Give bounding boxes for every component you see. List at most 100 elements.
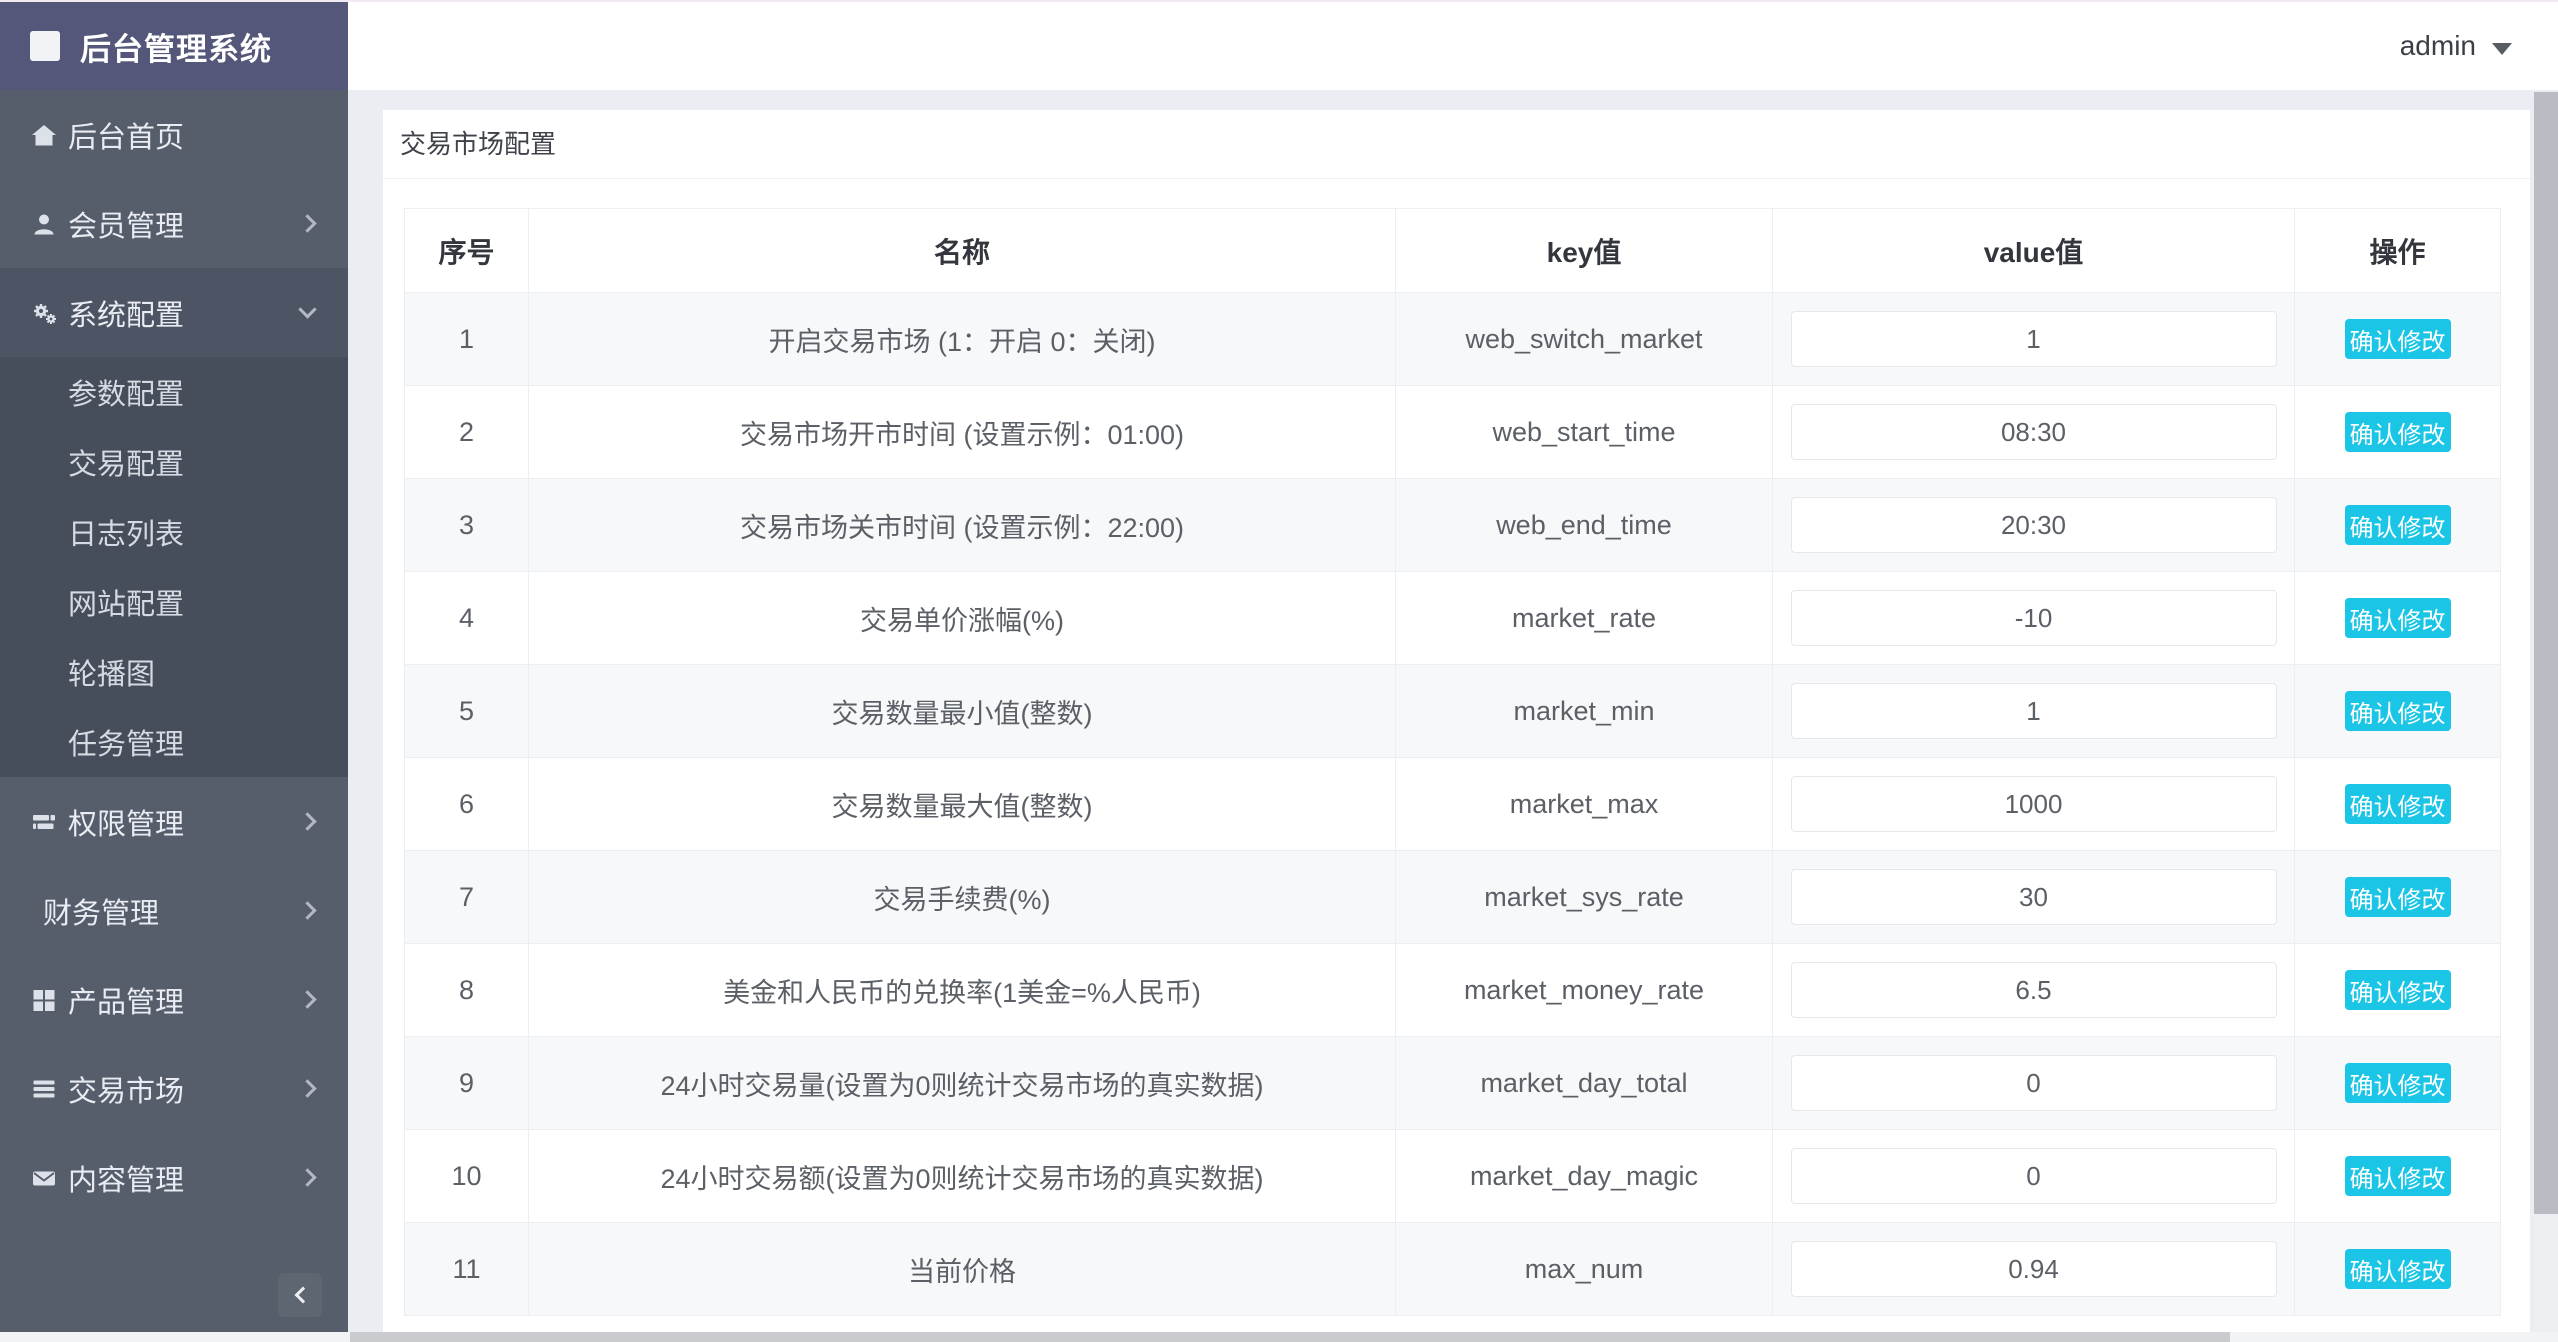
value-input[interactable] — [1790, 1055, 2277, 1111]
confirm-edit-button[interactable]: 确认修改 — [2344, 970, 2451, 1010]
chevron-icon — [298, 990, 317, 1009]
horizontal-scrollbar[interactable] — [0, 1332, 2558, 1342]
row-value-cell — [1772, 1129, 2295, 1223]
value-input[interactable] — [1790, 497, 2277, 553]
vertical-scrollbar[interactable] — [2534, 92, 2558, 1332]
confirm-edit-button[interactable]: 确认修改 — [2344, 505, 2451, 545]
value-input[interactable] — [1790, 1241, 2277, 1297]
value-input[interactable] — [1790, 683, 2277, 739]
row-key: max_num — [1395, 1222, 1773, 1316]
sidebar-collapse-button[interactable] — [278, 1273, 322, 1317]
sidebar-item-label: 网站配置 — [68, 589, 185, 621]
table-row: 1 开启交易市场 (1：开启 0：关闭) web_switch_market 确… — [404, 292, 2501, 386]
row-name: 24小时交易额(设置为0则统计交易市场的真实数据) — [528, 1129, 1396, 1223]
config-card: 交易市场配置 序号 名称 key值 value值 操作 1 开启交易市场 (1：… — [383, 110, 2530, 1342]
row-value-cell — [1772, 1036, 2295, 1130]
app-logo-icon — [30, 31, 60, 61]
home-icon — [30, 121, 58, 149]
row-name: 当前价格 — [528, 1222, 1396, 1316]
sidebar-item-label: 系统配置 — [68, 299, 185, 332]
row-key: web_switch_market — [1395, 292, 1773, 386]
row-value-cell — [1772, 478, 2295, 572]
row-value-cell — [1772, 664, 2295, 758]
sidebar-item[interactable]: 财务管理 — [0, 866, 348, 955]
horizontal-scrollbar-thumb[interactable] — [350, 1332, 2230, 1342]
confirm-edit-button[interactable]: 确认修改 — [2344, 877, 2451, 917]
sidebar-item-label: 财务管理 — [43, 897, 160, 930]
confirm-edit-button[interactable]: 确认修改 — [2344, 598, 2451, 638]
sidebar-item[interactable]: 内容管理 — [0, 1133, 348, 1222]
sidebar-item[interactable]: 日志列表 — [0, 497, 348, 567]
sidebar-item[interactable]: 任务管理 — [0, 707, 348, 777]
table-row: 7 交易手续费(%) market_sys_rate 确认修改 — [404, 850, 2501, 944]
sidebar-item-label: 日志列表 — [68, 519, 185, 551]
caret-down-icon[interactable] — [2492, 42, 2512, 55]
row-value-cell — [1772, 385, 2295, 479]
row-action-cell: 确认修改 — [2294, 385, 2501, 479]
chevron-icon — [298, 1079, 317, 1098]
confirm-edit-button[interactable]: 确认修改 — [2344, 691, 2451, 731]
row-name: 交易市场开市时间 (设置示例：01:00) — [528, 385, 1396, 479]
config-table: 序号 名称 key值 value值 操作 1 开启交易市场 (1：开启 0：关闭… — [404, 208, 2501, 1316]
sidebar-item-label: 会员管理 — [68, 210, 185, 243]
main-area: admin 交易市场配置 序号 名称 key值 value值 操作 1 开启交易… — [348, 2, 2558, 1342]
sidebar-item-label: 轮播图 — [68, 659, 156, 691]
sidebar-item-label: 交易市场 — [68, 1075, 185, 1108]
sidebar-item[interactable]: 参数配置 — [0, 357, 348, 427]
row-index: 7 — [404, 850, 529, 944]
confirm-edit-button[interactable]: 确认修改 — [2344, 1063, 2451, 1103]
sidebar-item[interactable]: 系统配置 — [0, 268, 348, 357]
row-index: 2 — [404, 385, 529, 479]
sidebar-item[interactable]: 会员管理 — [0, 179, 348, 268]
sidebar-item[interactable]: 轮播图 — [0, 637, 348, 707]
confirm-edit-button[interactable]: 确认修改 — [2344, 319, 2451, 359]
sidebar-item-label: 权限管理 — [68, 808, 185, 841]
row-index: 6 — [404, 757, 529, 851]
sidebar-item-label: 交易配置 — [68, 449, 185, 481]
sidebar-item[interactable]: 交易市场 — [0, 1044, 348, 1133]
row-name: 交易数量最大值(整数) — [528, 757, 1396, 851]
confirm-edit-button[interactable]: 确认修改 — [2344, 784, 2451, 824]
value-input[interactable] — [1790, 311, 2277, 367]
table-row: 4 交易单价涨幅(%) market_rate 确认修改 — [404, 571, 2501, 665]
table-wrap: 序号 名称 key值 value值 操作 1 开启交易市场 (1：开启 0：关闭… — [383, 179, 2530, 1316]
sidebar-item[interactable]: 网站配置 — [0, 567, 348, 637]
table-row: 6 交易数量最大值(整数) market_max 确认修改 — [404, 757, 2501, 851]
value-input[interactable] — [1790, 1148, 2277, 1204]
chevron-icon — [298, 300, 317, 319]
row-index: 10 — [404, 1129, 529, 1223]
table-row: 8 美金和人民币的兑换率(1美金=%人民币) market_money_rate… — [404, 943, 2501, 1037]
sidebar-menu: 后台首页 会员管理 系统配置 参数配置 交易配置 日志列表 网站配置 轮播图 任… — [0, 90, 348, 1222]
row-action-cell: 确认修改 — [2294, 664, 2501, 758]
row-name: 美金和人民币的兑换率(1美金=%人民币) — [528, 943, 1396, 1037]
confirm-edit-button[interactable]: 确认修改 — [2344, 1156, 2451, 1196]
row-action-cell: 确认修改 — [2294, 943, 2501, 1037]
confirm-edit-button[interactable]: 确认修改 — [2344, 412, 2451, 452]
vertical-scrollbar-thumb[interactable] — [2534, 92, 2558, 1214]
row-value-cell — [1772, 943, 2295, 1037]
value-input[interactable] — [1790, 869, 2277, 925]
sidebar-item[interactable]: 产品管理 — [0, 955, 348, 1044]
row-action-cell: 确认修改 — [2294, 1129, 2501, 1223]
row-name: 交易数量最小值(整数) — [528, 664, 1396, 758]
current-user[interactable]: admin — [2400, 30, 2476, 62]
row-action-cell: 确认修改 — [2294, 571, 2501, 665]
column-header: 名称 — [528, 208, 1396, 293]
row-action-cell: 确认修改 — [2294, 1222, 2501, 1316]
row-name: 交易单价涨幅(%) — [528, 571, 1396, 665]
envelope-icon — [30, 1164, 58, 1192]
value-input[interactable] — [1790, 590, 2277, 646]
row-index: 3 — [404, 478, 529, 572]
confirm-edit-button[interactable]: 确认修改 — [2344, 1249, 2451, 1289]
table-header-row: 序号 名称 key值 value值 操作 — [404, 208, 2501, 293]
sidebar-item[interactable]: 权限管理 — [0, 777, 348, 866]
page-title: 交易市场配置 — [383, 110, 2530, 179]
value-input[interactable] — [1790, 404, 2277, 460]
table-row: 10 24小时交易额(设置为0则统计交易市场的真实数据) market_day_… — [404, 1129, 2501, 1223]
sidebar-item[interactable]: 后台首页 — [0, 90, 348, 179]
value-input[interactable] — [1790, 776, 2277, 832]
row-key: web_end_time — [1395, 478, 1773, 572]
sidebar: 后台管理系统 后台首页 会员管理 系统配置 参数配置 交易配置 日志列表 网站配… — [0, 2, 348, 1342]
sidebar-item[interactable]: 交易配置 — [0, 427, 348, 497]
value-input[interactable] — [1790, 962, 2277, 1018]
